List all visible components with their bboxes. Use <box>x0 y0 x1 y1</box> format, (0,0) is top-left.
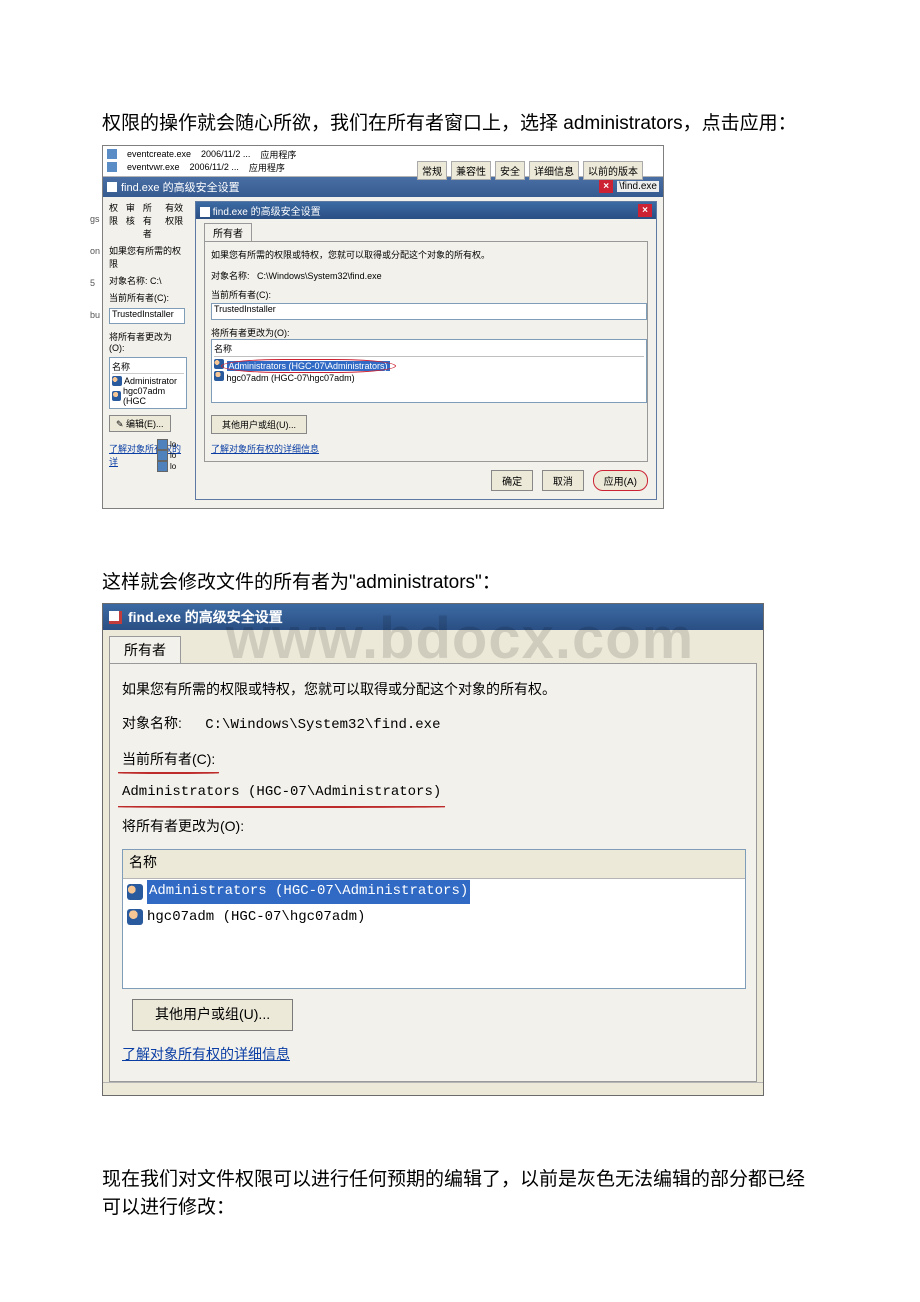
object-name-label: 对象名称: <box>109 276 148 286</box>
list-header: 名称 <box>214 342 644 357</box>
gutter-marks: gs on 5 bu <box>90 214 100 342</box>
other-users-button[interactable]: 其他用户或组(U)... <box>132 999 293 1031</box>
object-name-value: C:\Windows\System32\find.exe <box>205 717 440 733</box>
close-icon[interactable]: × <box>638 204 652 217</box>
owner-note: 如果您有所需的权限或特权，您就可以取得或分配这个对象的所有权。 <box>211 248 641 261</box>
explorer-leftnav-icons: lo lo lo <box>157 439 193 472</box>
dialog-titlebar: find.exe 的高级安全设置 <box>103 604 763 630</box>
list-item[interactable]: Administrators (HGC-07\Administrators) <box>123 879 745 905</box>
owner-dialog: find.exe 的高级安全设置 × 所有者 如果您有所需的权限或特权，您就可以… <box>195 201 657 500</box>
current-owner-label: 当前所有者(C): <box>122 748 215 772</box>
tab-prev-versions[interactable]: 以前的版本 <box>583 161 643 180</box>
file-date: 2006/11/2 ... <box>201 149 250 159</box>
tab-audit[interactable]: 审核 <box>126 201 137 240</box>
current-owner-value: Administrators (HGC-07\Administrators) <box>122 781 441 805</box>
cancel-button[interactable]: 取消 <box>542 470 584 491</box>
paragraph-3: 现在我们对文件权限可以进行任何预期的编辑了，以前是灰色无法编辑的部分都已经可以进… <box>102 1166 818 1223</box>
object-name-label: 对象名称: <box>211 271 250 281</box>
learn-more-link[interactable]: 了解对象所有权的详细信息 <box>122 1046 290 1062</box>
screenshot-1: 常规 兼容性 安全 详细信息 以前的版本 eventcreate.exe 200… <box>102 145 664 509</box>
dialog-title: find.exe 的高级安全设置 <box>128 607 283 627</box>
tab-general[interactable]: 常规 <box>417 161 447 180</box>
file-name: eventcreate.exe <box>127 149 191 159</box>
tab-owner[interactable]: 所有者 <box>109 636 181 663</box>
list-header: 名称 <box>123 850 745 879</box>
owner-candidates-list[interactable]: 名称 Administrators (HGC-07\Administrators… <box>211 339 647 403</box>
file-name: eventvwr.exe <box>127 162 180 172</box>
user-icon <box>127 909 143 925</box>
paragraph-1: 权限的操作就会随心所欲，我们在所有者窗口上，选择 administrators，… <box>102 110 818 139</box>
change-owner-label: 将所有者更改为(O): <box>122 815 744 839</box>
path-fragment: \find.exe <box>617 181 659 192</box>
properties-tabstrip: 常规 兼容性 安全 详细信息 以前的版本 <box>417 161 643 180</box>
tab-security[interactable]: 安全 <box>495 161 525 180</box>
tab-permissions[interactable]: 权限 <box>109 201 120 240</box>
current-owner-label: 当前所有者(C): <box>211 288 641 301</box>
list-item[interactable]: hgc07adm (HGC <box>112 386 184 406</box>
owner-note: 如果您有所需的权限或特权，您就可以取得或分配这个对象的所有权。 <box>122 678 744 702</box>
tab-compat[interactable]: 兼容性 <box>451 161 491 180</box>
tab-details[interactable]: 详细信息 <box>529 161 579 180</box>
ok-button[interactable]: 确定 <box>491 470 533 491</box>
change-owner-label: 将所有者更改为(O): <box>109 330 187 353</box>
edit-button[interactable]: ✎ 编辑(E)... <box>109 415 171 432</box>
list-header: 名称 <box>112 360 184 374</box>
nav-icon <box>157 439 168 450</box>
close-icon[interactable]: × <box>599 180 613 193</box>
current-owner-label: 当前所有者(C): <box>109 291 187 304</box>
group-icon <box>127 884 143 900</box>
owner-candidates-list[interactable]: 名称 Administrator hgc07adm (HGC <box>109 357 187 409</box>
paragraph-2: 这样就会修改文件的所有者为"administrators"： <box>102 569 818 598</box>
apply-button[interactable]: 应用(A) <box>593 470 648 491</box>
selected-administrators: Administrators (HGC-07\Administrators) <box>227 361 390 371</box>
screenshot-2: find.exe 的高级安全设置 所有者 如果您有所需的权限或特权，您就可以取得… <box>102 603 764 1096</box>
nav-icon <box>157 450 168 461</box>
nav-icon <box>157 461 168 472</box>
tab-owner[interactable]: 所有者 <box>204 223 252 241</box>
selected-administrators: Administrators (HGC-07\Administrators) <box>147 880 470 904</box>
user-icon <box>214 371 224 381</box>
current-owner-field: TrustedInstaller <box>211 303 647 320</box>
list-item[interactable]: Administrator <box>112 376 184 386</box>
current-owner-field: TrustedInstaller <box>109 308 185 324</box>
title-icon <box>107 182 117 192</box>
object-name-value: C:\Windows\System32\find.exe <box>257 271 382 281</box>
other-users-button[interactable]: 其他用户或组(U)... <box>211 415 307 434</box>
object-name-label: 对象名称: <box>122 715 182 731</box>
user-icon <box>112 391 121 401</box>
tab-effective[interactable]: 有效权限 <box>165 201 187 240</box>
inner-title-text: find.exe 的高级安全设置 <box>200 203 321 218</box>
note-fragment: 如果您有所需的权限 <box>109 244 187 270</box>
file-icon <box>107 149 117 159</box>
list-item[interactable]: hgc07adm (HGC-07\hgc07adm) <box>214 371 644 383</box>
dialog-titlebar: find.exe 的高级安全设置 × \find.exe <box>103 177 663 197</box>
change-owner-label: 将所有者更改为(O): <box>211 326 641 339</box>
file-type: 应用程序 <box>260 148 296 161</box>
file-date: 2006/11/2 ... <box>190 162 239 172</box>
learn-more-link[interactable]: 了解对象所有权的详细信息 <box>211 444 319 454</box>
dialog-footer <box>103 1082 763 1095</box>
file-icon <box>107 162 117 172</box>
file-row[interactable]: eventcreate.exe 2006/11/2 ... 应用程序 <box>107 148 659 161</box>
list-item[interactable]: Administrators (HGC-07\Administrators) <box>214 359 644 371</box>
owner-candidates-list[interactable]: 名称 Administrators (HGC-07\Administrators… <box>122 849 746 989</box>
group-icon <box>214 359 224 369</box>
dialog-title: find.exe 的高级安全设置 <box>121 179 240 195</box>
object-name-value: C:\ <box>150 276 162 286</box>
file-type: 应用程序 <box>249 161 285 174</box>
list-item[interactable]: hgc07adm (HGC-07\hgc07adm) <box>123 905 745 931</box>
tab-owner[interactable]: 所有者 <box>143 201 159 240</box>
group-icon <box>112 376 122 386</box>
title-icon <box>109 611 122 624</box>
